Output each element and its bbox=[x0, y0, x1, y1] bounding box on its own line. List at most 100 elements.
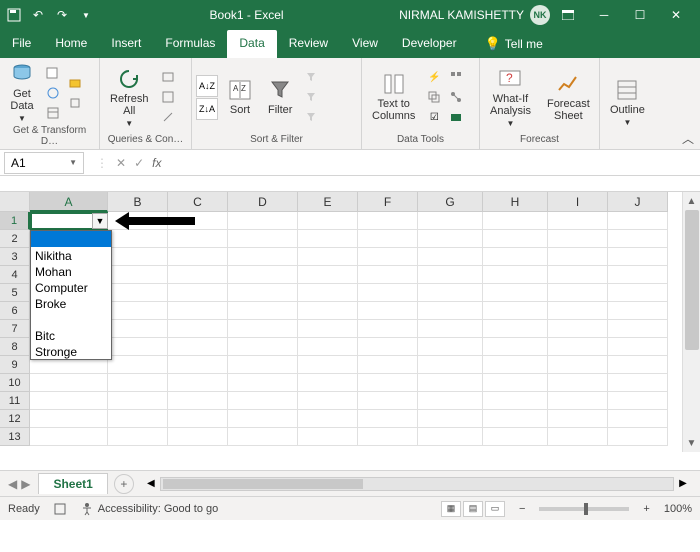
page-break-view-button[interactable]: ▭ bbox=[485, 501, 505, 517]
list-item[interactable] bbox=[31, 231, 111, 247]
forecast-sheet-button[interactable]: Forecast Sheet bbox=[541, 70, 596, 124]
spreadsheet-grid[interactable]: A B C D E F G H I J 1 2 3 4 5 6 7Bitc 8S… bbox=[0, 192, 700, 470]
cell[interactable] bbox=[608, 266, 668, 284]
cell[interactable] bbox=[418, 302, 483, 320]
cell[interactable] bbox=[108, 248, 168, 266]
page-layout-view-button[interactable]: ▤ bbox=[463, 501, 483, 517]
accessibility-status[interactable]: Accessibility: Good to go bbox=[80, 502, 218, 516]
get-data-button[interactable]: Get Data ▼ bbox=[4, 60, 40, 125]
cell[interactable] bbox=[483, 338, 548, 356]
scroll-up-icon[interactable]: ▲ bbox=[683, 192, 700, 210]
row-header-2[interactable]: 2 bbox=[0, 230, 30, 248]
cell[interactable] bbox=[168, 230, 228, 248]
cell[interactable] bbox=[168, 338, 228, 356]
cell[interactable] bbox=[548, 338, 608, 356]
name-box[interactable]: A1 ▼ bbox=[4, 152, 84, 174]
tab-view[interactable]: View bbox=[340, 30, 390, 58]
row-header-10[interactable]: 10 bbox=[0, 374, 30, 392]
cell[interactable] bbox=[483, 392, 548, 410]
cell[interactable] bbox=[608, 410, 668, 428]
list-item[interactable] bbox=[31, 311, 111, 327]
cell[interactable] bbox=[608, 374, 668, 392]
cell[interactable] bbox=[418, 356, 483, 374]
hscroll-right-icon[interactable]: ▶ bbox=[674, 478, 692, 489]
sheet-tab-active[interactable]: Sheet1 bbox=[38, 473, 107, 494]
cell[interactable] bbox=[168, 428, 228, 446]
cell[interactable] bbox=[298, 392, 358, 410]
data-validation-list[interactable]: Nikitha Mohan Computer Broke Bitc Strong… bbox=[30, 230, 112, 360]
cell[interactable] bbox=[548, 284, 608, 302]
cell[interactable] bbox=[418, 428, 483, 446]
cell[interactable] bbox=[108, 392, 168, 410]
cell[interactable] bbox=[548, 356, 608, 374]
qat-dropdown-icon[interactable]: ▼ bbox=[78, 7, 94, 23]
cell[interactable] bbox=[30, 410, 108, 428]
cell[interactable] bbox=[483, 356, 548, 374]
queries-connections-icon[interactable] bbox=[159, 68, 177, 86]
text-to-columns-button[interactable]: Text to Columns bbox=[366, 70, 421, 124]
name-box-dropdown-icon[interactable]: ▼ bbox=[69, 158, 77, 167]
cell[interactable] bbox=[228, 212, 298, 230]
from-text-icon[interactable] bbox=[44, 64, 62, 82]
column-header-B[interactable]: B bbox=[108, 192, 168, 212]
cell[interactable] bbox=[168, 302, 228, 320]
minimize-button[interactable]: ─ bbox=[586, 0, 622, 30]
cell[interactable] bbox=[608, 302, 668, 320]
sort-za-button[interactable]: Z↓A bbox=[196, 98, 218, 120]
cell[interactable] bbox=[108, 230, 168, 248]
cell[interactable] bbox=[358, 356, 418, 374]
column-header-I[interactable]: I bbox=[548, 192, 608, 212]
cell[interactable] bbox=[298, 266, 358, 284]
scrollbar-thumb[interactable] bbox=[685, 210, 699, 350]
sort-button[interactable]: AZ Sort bbox=[222, 76, 258, 118]
flash-fill-icon[interactable]: ⚡ bbox=[425, 68, 443, 86]
cell[interactable] bbox=[298, 230, 358, 248]
cell[interactable] bbox=[358, 230, 418, 248]
cell[interactable] bbox=[548, 392, 608, 410]
cell[interactable] bbox=[548, 320, 608, 338]
cell[interactable] bbox=[168, 284, 228, 302]
row-header-7[interactable]: 7 bbox=[0, 320, 30, 338]
tab-insert[interactable]: Insert bbox=[99, 30, 153, 58]
macro-record-icon[interactable] bbox=[54, 503, 66, 515]
fx-icon[interactable]: fx bbox=[152, 156, 161, 170]
user-name[interactable]: NIRMAL KAMISHETTY bbox=[399, 8, 524, 22]
sort-az-button[interactable]: A↓Z bbox=[196, 75, 218, 97]
column-header-A[interactable]: A bbox=[30, 192, 108, 212]
refresh-all-button[interactable]: Refresh All ▼ bbox=[104, 65, 155, 130]
cell[interactable] bbox=[483, 374, 548, 392]
maximize-button[interactable]: ☐ bbox=[622, 0, 658, 30]
cell[interactable] bbox=[418, 284, 483, 302]
cell[interactable] bbox=[358, 266, 418, 284]
cell[interactable] bbox=[418, 248, 483, 266]
user-avatar[interactable]: NK bbox=[530, 5, 550, 25]
cell[interactable] bbox=[298, 410, 358, 428]
existing-connections-icon[interactable] bbox=[66, 94, 84, 112]
cell[interactable] bbox=[228, 338, 298, 356]
manage-data-model-icon[interactable] bbox=[447, 108, 465, 126]
close-button[interactable]: ✕ bbox=[658, 0, 694, 30]
cell[interactable] bbox=[228, 428, 298, 446]
cell[interactable] bbox=[358, 338, 418, 356]
cell[interactable] bbox=[298, 284, 358, 302]
consolidate-icon[interactable] bbox=[447, 68, 465, 86]
cell[interactable] bbox=[30, 374, 108, 392]
redo-icon[interactable]: ↷ bbox=[54, 7, 70, 23]
column-header-G[interactable]: G bbox=[418, 192, 483, 212]
sheet-nav-next-icon[interactable]: ▶ bbox=[21, 477, 30, 491]
cell[interactable] bbox=[483, 320, 548, 338]
cell[interactable] bbox=[483, 248, 548, 266]
cell[interactable] bbox=[358, 248, 418, 266]
cell[interactable] bbox=[358, 392, 418, 410]
cell[interactable] bbox=[418, 212, 483, 230]
cell[interactable] bbox=[548, 428, 608, 446]
cell[interactable] bbox=[483, 230, 548, 248]
cell[interactable] bbox=[168, 248, 228, 266]
add-sheet-button[interactable]: + bbox=[114, 474, 134, 494]
cell[interactable] bbox=[168, 374, 228, 392]
cell[interactable] bbox=[30, 428, 108, 446]
formula-input[interactable] bbox=[169, 152, 700, 174]
cell[interactable] bbox=[483, 284, 548, 302]
cell[interactable] bbox=[168, 356, 228, 374]
row-header-11[interactable]: 11 bbox=[0, 392, 30, 410]
